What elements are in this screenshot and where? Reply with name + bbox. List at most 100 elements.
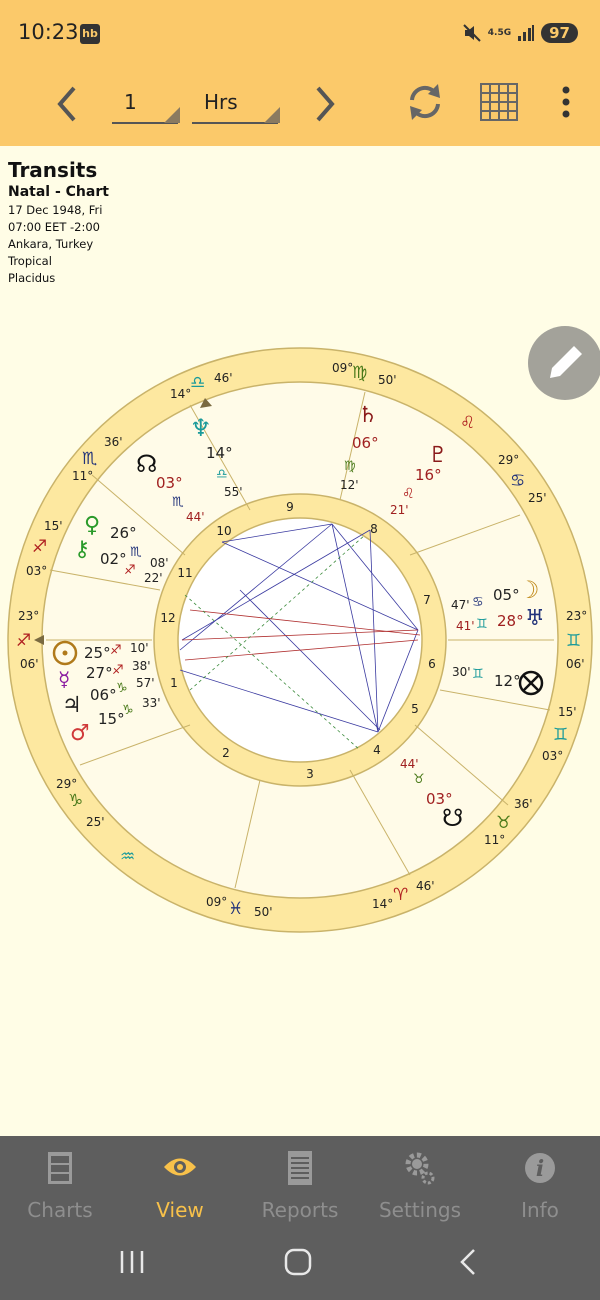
cancer-icon: ♋ [472,595,484,610]
planet-degree: 05° [493,586,520,604]
cusp-minute: 36' [104,435,123,449]
planet-degree: 03° [156,474,183,492]
neptune-icon: ♆ [190,414,212,442]
planet-degree: 06° [90,686,117,704]
cusp-minute: 15' [558,705,577,719]
house-number: 9 [286,500,294,514]
planet-degree: 02° [100,550,127,568]
battery-level: 97 [541,23,578,43]
next-arrow-icon[interactable] [310,84,340,124]
edit-button[interactable] [528,326,600,400]
mute-icon [463,24,481,42]
house-number: 1 [170,676,178,690]
grid-icon[interactable] [478,82,520,122]
cusp-degree: 09° [206,895,227,909]
planet-minute: 47' [451,598,470,612]
step-select[interactable]: 1 [112,84,180,124]
overflow-menu-icon[interactable] [556,84,576,120]
dropdown-triangle-icon [164,107,180,123]
cabinet-icon [48,1152,72,1184]
cusp-minute: 36' [514,797,533,811]
birth-time: 07:00 EET -2:00 [8,220,100,234]
moon-icon: ☽ [518,576,540,604]
mars-icon: ♂ [70,721,90,746]
taurus-icon: ♉ [413,772,425,787]
planet-degree: 12° [494,672,521,690]
planet-degree: 25° [84,644,111,662]
planet-degree: 03° [426,790,453,808]
planet-degree: 14° [206,444,233,462]
cusp-minute: 06' [20,657,39,671]
chart-wheel: 1 2 3 4 5 6 7 8 9 10 11 12 09° 50' 14° 4… [7,347,593,933]
birth-date: 17 Dec 1948, Fri [8,203,103,217]
cusp-degree: 11° [484,833,505,847]
gemini-icon: ♊ [472,667,484,682]
cusp-degree: 03° [542,749,563,763]
cusp-minute: 50' [378,373,397,387]
zodiac-type: Tropical [8,254,52,268]
cusp-minute: 50' [254,905,273,919]
planet-minute: 44' [400,757,419,771]
cusp-minute: 25' [86,815,105,829]
status-bar: 10:23 hb 4.5G 97 [0,0,600,66]
previous-arrow-icon[interactable] [52,84,82,124]
gemini-icon: ♊ [566,631,581,651]
cusp-minute: 46' [416,879,435,893]
planet-degree: 16° [415,466,442,484]
house-number: 2 [222,746,230,760]
sagittarius-icon: ♐ [32,537,47,557]
cusp-degree: 14° [170,387,191,401]
planet-degree: 28° [497,612,524,630]
planet-minute: 41' [456,619,475,633]
cusp-degree: 23° [566,609,587,623]
planet-minute: 57' [136,676,155,690]
scorpio-icon: ♏ [130,545,142,560]
planet-degree: 06° [352,434,379,452]
pluto-icon: ♇ [428,443,448,468]
sagittarius-icon: ♐ [112,663,124,678]
cusp-degree: 03° [26,564,47,578]
network-type: 4.5G [487,28,512,38]
capricorn-icon: ♑ [116,681,128,696]
recent-apps-icon[interactable] [116,1246,148,1278]
pencil-icon [550,346,582,378]
unit-value: Hrs [204,90,238,114]
house-system: Placidus [8,271,56,285]
taurus-icon: ♉ [496,813,511,833]
house-number: 5 [411,702,419,716]
nav-label: Settings [378,1198,462,1222]
libra-icon: ♎ [190,373,205,393]
capricorn-icon: ♑ [68,791,83,811]
leo-icon: ♌ [460,413,475,433]
house-number: 7 [423,593,431,607]
saturn-icon: ♄ [358,403,378,428]
nav-label: Reports [261,1198,339,1222]
planet-minute: 30' [452,665,471,679]
sagittarius-icon: ♐ [110,643,122,658]
virgo-icon: ♍ [344,459,356,474]
planet-degree: 15° [98,710,125,728]
cusp-minute: 46' [214,371,233,385]
chart-info: Transits Natal - Chart 17 Dec 1948, Fri … [8,158,109,287]
birth-place: Ankara, Turkey [8,237,94,251]
status-time: 10:23 [18,20,79,44]
back-icon[interactable] [452,1246,484,1278]
cusp-degree: 14° [372,897,393,911]
chiron-icon: ⚷ [74,537,90,562]
app-badge: hb [80,24,100,44]
step-value: 1 [124,90,137,114]
house-number: 8 [370,522,378,536]
nav-label: View [156,1198,204,1222]
house-number: 6 [428,657,436,671]
dropdown-triangle-icon [264,107,280,123]
home-icon[interactable] [282,1246,314,1278]
sagittarius-icon: ♐ [124,563,136,578]
cusp-degree: 09° [332,361,353,375]
house-number: 11 [177,566,192,580]
unit-select[interactable]: Hrs [192,84,280,124]
eye-icon [164,1158,196,1176]
house-number: 3 [306,767,314,781]
libra-icon: ♎ [216,467,228,482]
nav-label: Charts [27,1198,93,1222]
refresh-icon[interactable] [404,80,446,124]
